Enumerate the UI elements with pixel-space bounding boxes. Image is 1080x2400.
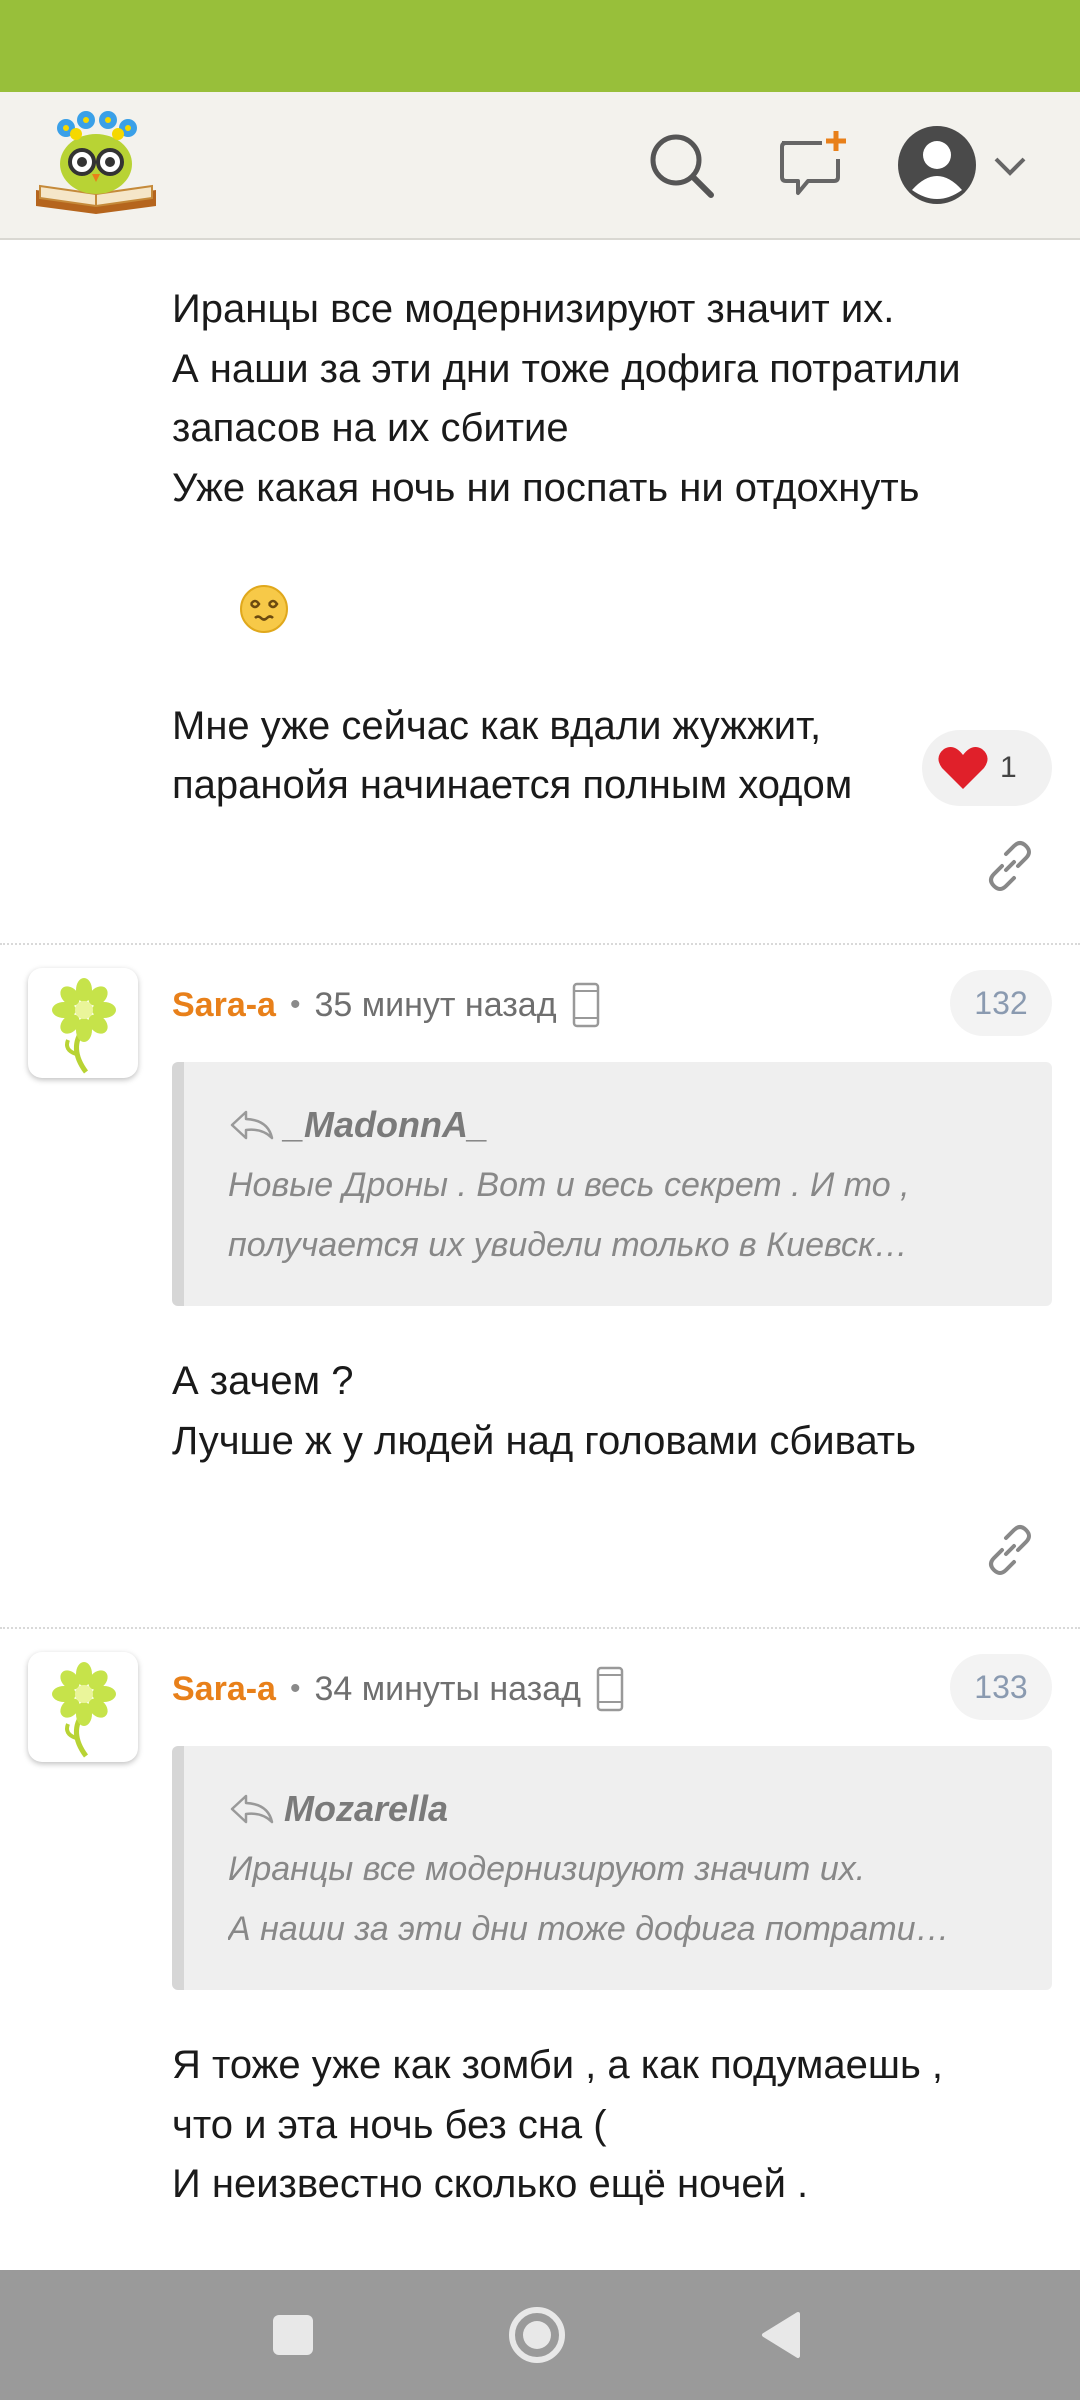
system-nav-bar [0,2270,1080,2400]
emoji-line [172,518,1052,697]
copy-link-button[interactable] [980,1520,1040,1580]
mobile-device-icon [572,982,599,1028]
avatar[interactable] [28,968,138,1078]
app-header [0,92,1080,240]
comment-line: запасов на их сбитие [172,406,569,450]
quote-author: Mozarella [228,1788,448,1830]
back-icon [762,2312,800,2358]
heart-icon [938,747,988,789]
comment-text: Я тоже уже как зомби , а как подумаешь ,… [172,2036,1052,2215]
quote-author-name: _MadonnA_ [284,1104,489,1145]
reply-icon [230,1110,274,1140]
link-icon [989,841,1031,891]
reply-icon [230,1794,274,1824]
comment-divider [0,1627,1080,1629]
recents-icon [273,2315,313,2355]
comments-feed: Иранцы все модернизируют значит их. А на… [0,240,1080,2270]
quote-line: Иранцы все модернизируют значит их. [228,1850,866,1888]
quote-block[interactable]: _MadonnA_ Новые Дроны . Вот и весь секре… [172,1062,1052,1306]
comment-number-badge[interactable]: 133 [950,1654,1052,1720]
link-icon [989,1525,1031,1575]
new-message-icon [780,131,846,195]
comment-line: что и эта ночь без сна ( [172,2102,607,2147]
reaction-button[interactable]: 1 [922,730,1052,806]
copy-link-button[interactable] [980,836,1040,896]
avatar[interactable] [28,1652,138,1762]
reaction-count: 1 [1000,751,1017,784]
chevron-down-icon [994,157,1026,176]
comment-line: И неизвестно сколько ещё ночей . [172,2162,809,2206]
quote-author-name: Mozarella [284,1788,449,1829]
comment-line: Лучше ж у людей над головами сбивать [172,1418,916,1463]
comment-line: А наши за эти дни тоже дофига потратили [172,346,961,391]
dizzy-face-emoji [239,584,288,633]
profile-menu-button[interactable] [896,120,1036,210]
quote-author: _MadonnA_ [228,1104,488,1146]
comment-number-badge[interactable]: 132 [950,970,1052,1036]
comment-time: 35 минут назад [314,985,557,1024]
comment-text: Иранцы все модернизируют значит их. А на… [172,280,1052,816]
comment-meta: Sara-a • 34 минуты назад [172,1664,625,1714]
comment-line: Мне уже сейчас как вдали жужжит, [172,703,822,748]
comment-author[interactable]: Sara-a [172,1670,276,1709]
search-icon [650,134,714,198]
mobile-device-icon [596,1666,624,1712]
quote-block[interactable]: Mozarella Иранцы все модернизируют значи… [172,1746,1052,1990]
comment-meta: Sara-a • 35 минут назад [172,980,601,1030]
comment-text: А зачем ? Лучше ж у людей над головами с… [172,1352,1052,1471]
home-button[interactable] [502,2300,572,2370]
back-button[interactable] [746,2300,816,2370]
comment-divider [0,943,1080,945]
comment-line: А зачем ? [172,1359,354,1403]
comment-line: Уже какая ночь ни поспать ни отдохнуть [172,465,920,510]
quote-line: Новые Дроны . Вот и весь секрет . И то , [228,1166,910,1204]
search-button[interactable] [636,120,726,210]
status-bar [0,0,1080,92]
new-post-button[interactable] [768,120,858,210]
comment-time: 34 минуты назад [314,1669,581,1708]
quote-line: А наши за эти дни тоже дофига потрати… [228,1910,950,1948]
separator-dot: • [289,988,301,1021]
comment-line: паранойя начинается полным ходом [172,763,853,807]
user-avatar-icon [898,126,976,204]
home-icon [509,2307,565,2363]
recents-button[interactable] [258,2300,328,2370]
comment-author[interactable]: Sara-a [172,986,276,1025]
owl-book-logo[interactable] [30,106,162,218]
comment-line: Я тоже уже как зомби , а как подумаешь , [172,2043,944,2087]
separator-dot: • [289,1672,301,1705]
comment-line: Иранцы все модернизируют значит их. [172,287,895,331]
quote-line: получается их увидели только в Киевск… [228,1226,909,1264]
